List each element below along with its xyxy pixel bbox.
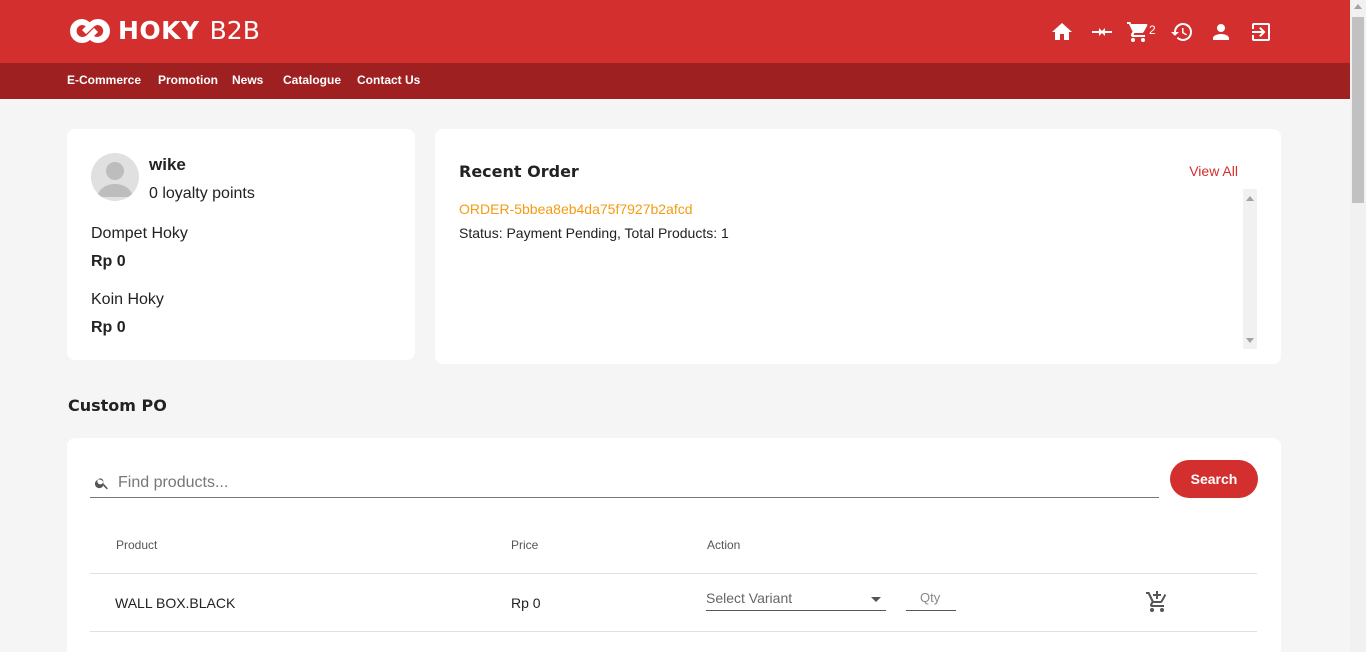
table-divider bbox=[90, 573, 1257, 574]
chevron-down-icon bbox=[871, 597, 881, 602]
page-scrollbar[interactable] bbox=[1350, 0, 1366, 652]
variant-select-value: Select Variant bbox=[706, 590, 793, 606]
nav-item-contact-us[interactable]: Contact Us bbox=[357, 73, 420, 87]
product-price: Rp 0 bbox=[511, 595, 541, 611]
scrollbar-thumb[interactable] bbox=[1352, 17, 1364, 203]
user-avatar-icon bbox=[97, 162, 133, 197]
order-id-link[interactable]: ORDER-5bbea8eb4da75f7927b2afcd bbox=[459, 201, 693, 217]
brand-suffix: B2B bbox=[209, 16, 260, 45]
nav-item-promotion[interactable]: Promotion bbox=[158, 73, 218, 87]
product-name: WALL BOX.BLACK bbox=[115, 595, 236, 611]
qty-placeholder: Qty bbox=[920, 590, 941, 605]
logout-icon[interactable] bbox=[1248, 19, 1274, 45]
top-header: HOKY B2B 2 bbox=[0, 0, 1350, 63]
recent-order-title: Recent Order bbox=[459, 162, 579, 181]
home-icon[interactable] bbox=[1049, 19, 1075, 45]
cart-count-badge: 2 bbox=[1149, 23, 1156, 37]
loyalty-points: 0 loyalty points bbox=[149, 185, 255, 202]
nav-item-catalogue[interactable]: Catalogue bbox=[283, 73, 341, 87]
add-to-cart-icon[interactable] bbox=[1145, 590, 1169, 614]
profile-card: wike 0 loyalty points Dompet Hoky Rp 0 K… bbox=[67, 129, 415, 360]
avatar bbox=[91, 153, 139, 201]
order-status: Status: Payment Pending, Total Products:… bbox=[459, 225, 729, 241]
history-icon[interactable] bbox=[1169, 19, 1195, 45]
search-icon bbox=[94, 478, 108, 490]
wallet-value: Rp 0 bbox=[91, 253, 126, 270]
column-header-price: Price bbox=[511, 538, 539, 552]
view-all-link[interactable]: View All bbox=[1189, 163, 1238, 179]
scroll-up-icon[interactable] bbox=[1246, 196, 1254, 201]
variant-select[interactable]: Select Variant bbox=[706, 587, 886, 611]
coin-label: Koin Hoky bbox=[91, 291, 164, 308]
product-search-bar bbox=[90, 468, 1159, 498]
scroll-down-icon[interactable] bbox=[1246, 338, 1254, 343]
user-name: wike bbox=[149, 155, 186, 174]
main-nav: E-Commerce Promotion News Catalogue Cont… bbox=[0, 63, 1350, 99]
column-header-product: Product bbox=[116, 538, 158, 552]
order-list[interactable]: ORDER-5bbea8eb4da75f7927b2afcd Status: P… bbox=[459, 189, 1257, 349]
search-input[interactable] bbox=[118, 470, 1148, 496]
account-icon[interactable] bbox=[1208, 19, 1234, 45]
nav-item-e-commerce[interactable]: E-Commerce bbox=[67, 73, 141, 87]
nav-item-news[interactable]: News bbox=[232, 73, 263, 87]
order-list-scrollbar[interactable] bbox=[1243, 189, 1257, 349]
column-header-action: Action bbox=[707, 538, 741, 552]
brand-logo[interactable]: HOKY B2B bbox=[67, 16, 260, 46]
recent-order-card: Recent Order View All ORDER-5bbea8eb4da7… bbox=[435, 129, 1281, 364]
custom-po-title: Custom PO bbox=[68, 396, 167, 415]
hoky-logo-mark-icon bbox=[70, 18, 110, 44]
cart-icon[interactable] bbox=[1125, 19, 1151, 45]
custom-po-card: Search Product Price Action WALL BOX.BLA… bbox=[67, 438, 1281, 652]
qty-input[interactable]: Qty bbox=[906, 587, 956, 611]
compare-icon[interactable] bbox=[1089, 19, 1115, 45]
wallet-label: Dompet Hoky bbox=[91, 225, 188, 242]
scroll-up-icon[interactable] bbox=[1354, 4, 1362, 9]
table-divider bbox=[90, 631, 1257, 632]
search-button[interactable]: Search bbox=[1170, 460, 1258, 498]
coin-value: Rp 0 bbox=[91, 319, 126, 336]
brand-name: HOKY bbox=[118, 16, 200, 45]
